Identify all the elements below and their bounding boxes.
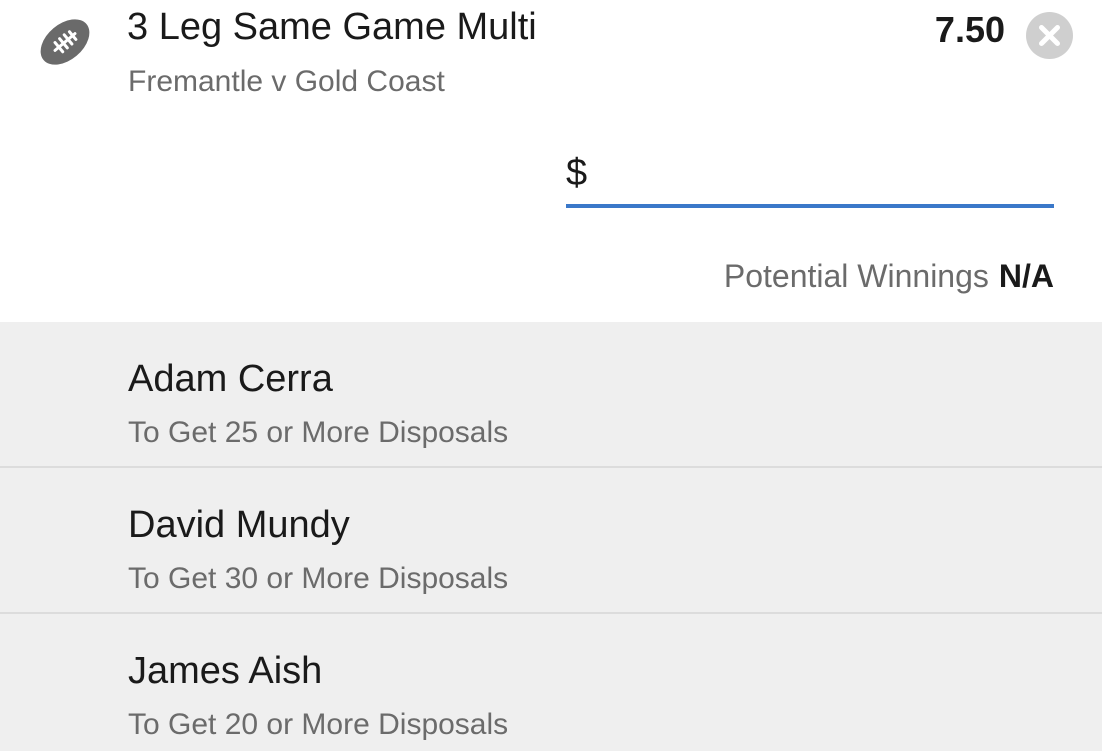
list-item: James Aish To Get 20 or More Disposals bbox=[0, 614, 1102, 751]
bet-legs-list: Adam Cerra To Get 25 or More Disposals D… bbox=[0, 322, 1102, 751]
leg-market: To Get 20 or More Disposals bbox=[128, 708, 509, 741]
bet-header: 3 Leg Same Game Multi Fremantle v Gold C… bbox=[0, 0, 1102, 322]
remove-bet-button[interactable] bbox=[1026, 12, 1073, 59]
football-icon bbox=[36, 13, 94, 71]
leg-market: To Get 25 or More Disposals bbox=[128, 416, 509, 449]
potential-winnings-label: Potential Winnings bbox=[723, 258, 989, 294]
leg-player-name: Adam Cerra bbox=[128, 358, 333, 400]
match-name: Fremantle v Gold Coast bbox=[128, 65, 445, 98]
potential-winnings: Potential Winnings N/A bbox=[724, 258, 1054, 295]
close-icon bbox=[1039, 25, 1060, 46]
currency-symbol: $ bbox=[566, 152, 588, 194]
bet-slip: 3 Leg Same Game Multi Fremantle v Gold C… bbox=[0, 0, 1102, 751]
bet-title: 3 Leg Same Game Multi bbox=[127, 6, 537, 48]
leg-player-name: James Aish bbox=[128, 650, 323, 692]
bet-odds: 7.50 bbox=[934, 9, 1005, 50]
leg-player-name: David Mundy bbox=[128, 504, 350, 546]
list-item: David Mundy To Get 30 or More Disposals bbox=[0, 468, 1102, 614]
stake-input[interactable] bbox=[602, 148, 1042, 200]
list-item: Adam Cerra To Get 25 or More Disposals bbox=[0, 322, 1102, 468]
leg-market: To Get 30 or More Disposals bbox=[128, 562, 509, 595]
potential-winnings-value: N/A bbox=[998, 258, 1054, 294]
stake-field[interactable]: $ bbox=[566, 148, 1054, 208]
